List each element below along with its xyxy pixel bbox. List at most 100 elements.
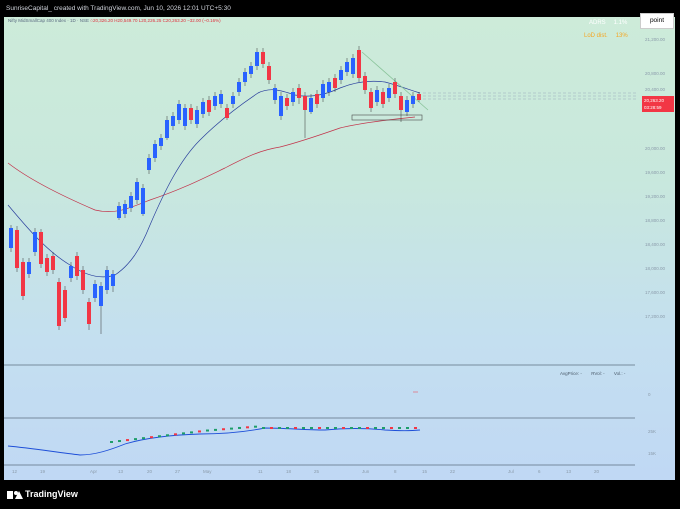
- rs-marker: [110, 441, 113, 443]
- rs-marker: [390, 427, 393, 429]
- rs-marker: [358, 427, 361, 429]
- volume-indicator-legend: AvgPrice: - RVol: - Vol.: -: [560, 371, 633, 376]
- candle-down: [39, 232, 43, 264]
- candle-up: [177, 104, 181, 120]
- candle-down: [297, 88, 301, 98]
- price-label: 18,800.00: [645, 218, 666, 223]
- candle-up: [309, 98, 313, 112]
- rs-marker: [174, 433, 177, 436]
- candle-up: [105, 270, 109, 290]
- candle-down: [207, 100, 211, 112]
- rs-marker: [278, 427, 281, 429]
- vol-label: Vol.: -: [613, 371, 626, 376]
- time-label: 20: [147, 469, 153, 474]
- candle-down: [15, 230, 19, 268]
- rs-marker: [190, 431, 193, 434]
- candle-up: [201, 102, 205, 114]
- price-chart[interactable]: [0, 0, 680, 509]
- rs-marker: [214, 428, 217, 431]
- candle-down: [363, 76, 367, 90]
- candlesticks[interactable]: [9, 46, 421, 334]
- rs-marker: [334, 427, 337, 429]
- rs-marker: [134, 438, 137, 441]
- price-label: 17,600.00: [645, 290, 666, 295]
- time-label: Jul: [508, 469, 514, 474]
- time-label: 13: [566, 469, 572, 474]
- time-axis[interactable]: 12 19 Apr 13 20 27 May 11 18 25 Jun 8 15…: [0, 466, 680, 480]
- candle-up: [69, 266, 73, 278]
- time-label: 20: [594, 469, 600, 474]
- rs-marker: [198, 430, 201, 433]
- rs-marker: [406, 427, 409, 429]
- candle-up: [345, 62, 349, 72]
- candle-down: [21, 262, 25, 296]
- candle-up: [411, 96, 415, 104]
- candle-up: [327, 82, 331, 92]
- candle-up: [141, 188, 145, 214]
- candle-down: [381, 92, 385, 104]
- candle-up: [237, 82, 241, 92]
- indicator-axis-label: 0: [648, 392, 651, 397]
- rs-marker: [270, 427, 273, 429]
- time-label: 15: [422, 469, 428, 474]
- rs-marker: [366, 427, 369, 429]
- candle-down: [285, 98, 289, 106]
- candle-up: [33, 232, 37, 252]
- candle-down: [333, 78, 337, 88]
- candle-down: [303, 96, 307, 110]
- rs-marker: [158, 435, 161, 438]
- price-label: 21,200.00: [645, 37, 666, 42]
- time-label: 27: [175, 469, 181, 474]
- avg-price-label: AvgPrice: -: [560, 371, 582, 376]
- rs-marker: [182, 432, 185, 435]
- time-label: 12: [12, 469, 18, 474]
- candle-up: [147, 158, 151, 170]
- candle-up: [339, 70, 343, 80]
- time-label: 19: [40, 469, 46, 474]
- tradingview-wordmark[interactable]: TradingView: [25, 489, 78, 499]
- candle-down: [45, 258, 49, 272]
- rs-marker: [342, 427, 345, 429]
- rs-marker: [262, 427, 265, 429]
- rs-marker: [150, 436, 153, 439]
- rs-marker: [166, 434, 169, 437]
- rs-marker: [230, 427, 233, 430]
- candle-up: [219, 94, 223, 104]
- candle-up: [375, 90, 379, 102]
- candle-up: [183, 108, 187, 126]
- rs-marker: [310, 427, 313, 429]
- candle-up: [9, 228, 13, 248]
- candle-up: [243, 72, 247, 82]
- current-price: 20,263.20: [644, 98, 665, 103]
- price-label: 17,200.00: [645, 314, 666, 319]
- rs-marker: [302, 427, 305, 429]
- rs-axis-label: 25K: [648, 429, 657, 434]
- price-label: 18,000.00: [645, 266, 666, 271]
- candle-up: [195, 110, 199, 124]
- candle-up: [273, 88, 277, 100]
- candle-up: [117, 206, 121, 218]
- price-label: 19,600.00: [645, 170, 666, 175]
- rs-marker: [222, 428, 225, 431]
- rs-marker: [374, 427, 377, 429]
- time-label: 18: [286, 469, 292, 474]
- candle-up: [123, 204, 127, 214]
- rvol-label: RVol: -: [591, 371, 605, 376]
- candle-up: [165, 120, 169, 138]
- rs-line: [7, 427, 421, 456]
- time-label: 6: [538, 469, 541, 474]
- rs-marker: [286, 427, 289, 429]
- candle-up: [321, 84, 325, 98]
- fast-moving-average: [7, 80, 421, 278]
- candle-up: [351, 58, 355, 74]
- rs-marker: [246, 426, 249, 429]
- candle-up: [279, 96, 283, 116]
- time-label: May: [203, 469, 212, 474]
- price-label: 20,400.00: [645, 87, 666, 92]
- candle-down: [189, 108, 193, 120]
- candle-up: [111, 274, 115, 286]
- time-label: Jun: [362, 469, 370, 474]
- rs-marker: [294, 427, 297, 429]
- candle-down: [261, 52, 265, 64]
- time-label: 11: [258, 469, 263, 474]
